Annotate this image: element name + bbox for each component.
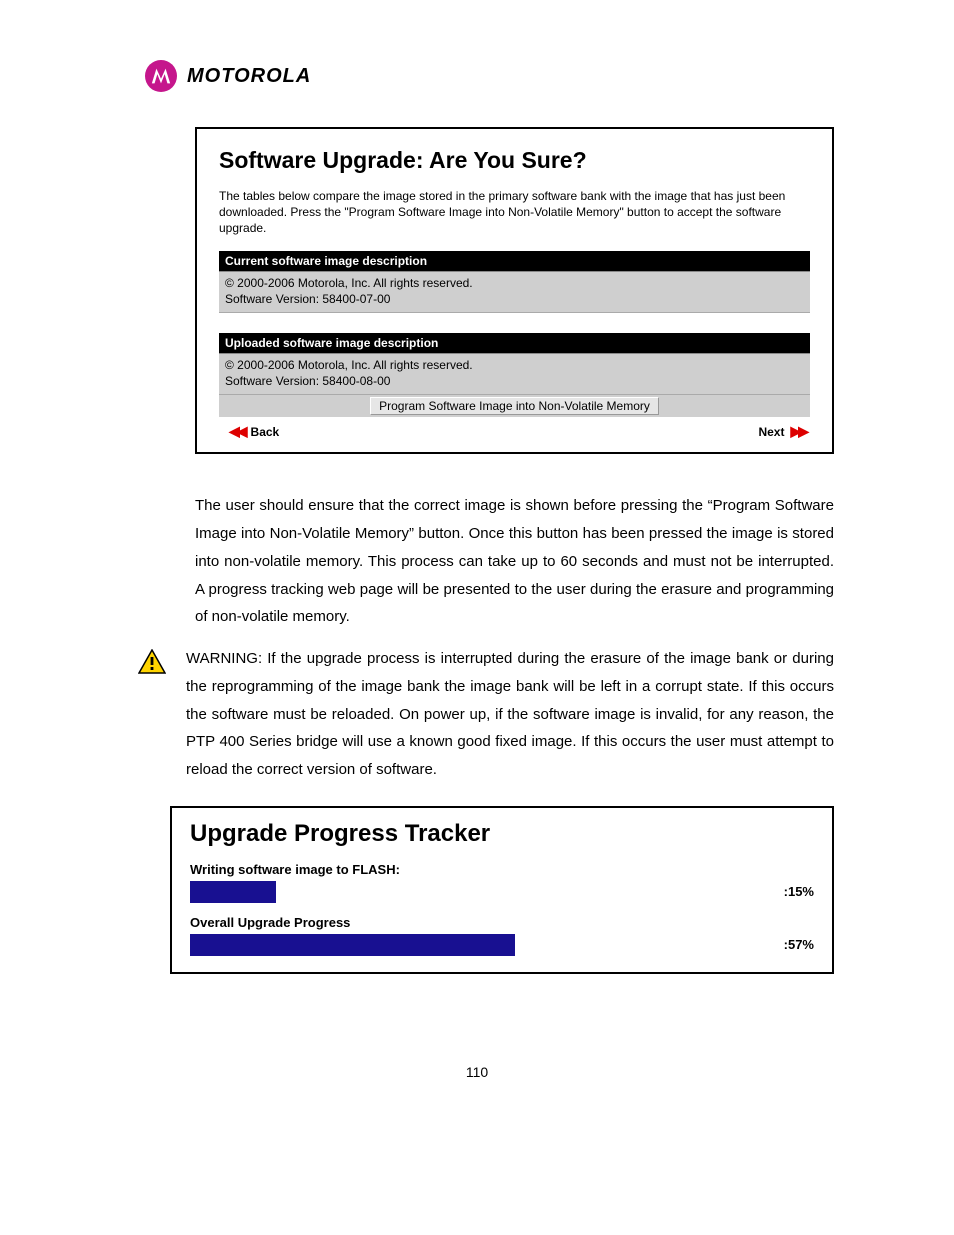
arrow-right-icon: ▶▶ — [790, 423, 806, 440]
uploaded-copyright: © 2000-2006 Motorola, Inc. All rights re… — [225, 357, 804, 373]
back-link[interactable]: ◀◀ Back — [229, 423, 279, 440]
warning-icon — [138, 649, 166, 680]
arrow-left-icon: ◀◀ — [229, 423, 245, 440]
current-body: © 2000-2006 Motorola, Inc. All rights re… — [219, 272, 810, 313]
writing-progress: :15% — [190, 881, 814, 903]
progress-title: Upgrade Progress Tracker — [190, 820, 814, 848]
current-header: Current software image description — [219, 251, 810, 272]
writing-progress-fill — [190, 881, 276, 903]
warning-row: WARNING: If the upgrade process is inter… — [120, 645, 834, 784]
overall-percent: :57% — [760, 937, 814, 952]
uploaded-header: Uploaded software image description — [219, 333, 810, 354]
uploaded-body: © 2000-2006 Motorola, Inc. All rights re… — [219, 354, 810, 395]
overall-progress: :57% — [190, 934, 814, 956]
brand-header: MOTOROLA — [145, 60, 834, 92]
next-link[interactable]: Next ▶▶ — [758, 423, 806, 440]
progress-panel: Upgrade Progress Tracker Writing softwar… — [170, 806, 834, 974]
writing-label: Writing software image to FLASH: — [190, 862, 814, 877]
confirm-panel: Software Upgrade: Are You Sure? The tabl… — [195, 127, 834, 454]
back-label: Back — [251, 425, 280, 439]
page-number: 110 — [120, 1064, 834, 1080]
uploaded-version: Software Version: 58400-08-00 — [225, 373, 804, 389]
panel-title: Software Upgrade: Are You Sure? — [219, 147, 810, 174]
current-version: Software Version: 58400-07-00 — [225, 291, 804, 307]
motorola-logo-icon — [145, 60, 177, 92]
current-copyright: © 2000-2006 Motorola, Inc. All rights re… — [225, 275, 804, 291]
warning-text: WARNING: If the upgrade process is inter… — [186, 645, 834, 784]
button-row: Program Software Image into Non-Volatile… — [219, 395, 810, 417]
program-button[interactable]: Program Software Image into Non-Volatile… — [370, 397, 659, 415]
nav-row: ◀◀ Back Next ▶▶ — [219, 417, 810, 442]
brand-text: MOTOROLA — [187, 65, 311, 88]
overall-label: Overall Upgrade Progress — [190, 915, 814, 930]
body-paragraph-1: The user should ensure that the correct … — [195, 492, 834, 631]
overall-progress-fill — [190, 934, 515, 956]
writing-percent: :15% — [760, 884, 814, 899]
panel-intro: The tables below compare the image store… — [219, 188, 810, 237]
next-label: Next — [758, 425, 784, 439]
